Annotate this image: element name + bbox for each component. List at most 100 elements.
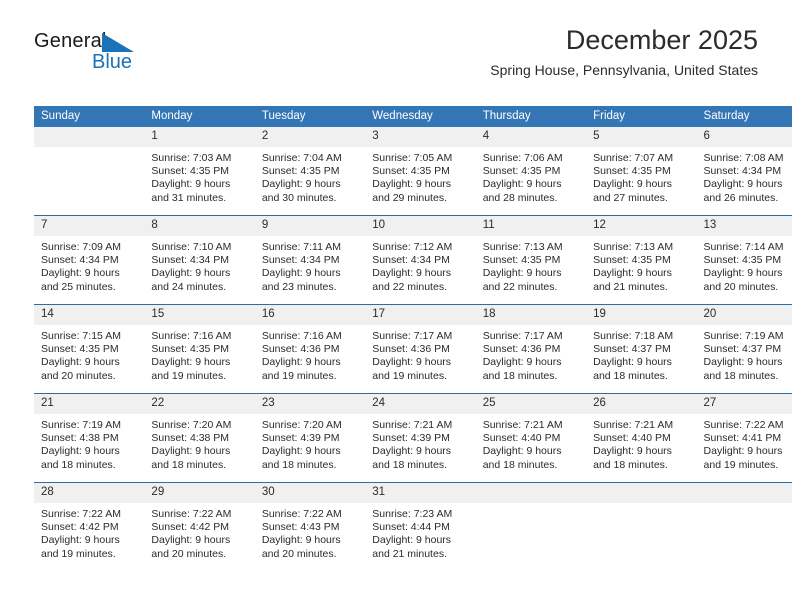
calendar-day-cell[interactable]: 17 Sunrise: 7:17 AM Sunset: 4:36 PM Dayligh… (365, 304, 476, 394)
day-detail-line: and 19 minutes. (372, 369, 447, 382)
calendar-day-cell[interactable]: 20 Sunrise: 7:19 AM Sunset: 4:37 PM Dayligh… (696, 304, 792, 394)
day-number: 13 (696, 216, 792, 236)
day-number: 5 (586, 127, 697, 147)
day-number: 15 (144, 305, 255, 325)
day-detail-line: Sunset: 4:39 PM (261, 432, 340, 445)
generalblue-logo[interactable]: General Blue (34, 30, 184, 78)
calendar-day-cell[interactable]: 23 Sunrise: 7:20 AM Sunset: 4:39 PM Dayligh… (254, 393, 366, 483)
day-sun-details: Sunrise: 7:11 AM Sunset: 4:34 PM Daylight:… (255, 236, 365, 294)
calendar-day-cell[interactable]: 14 Sunrise: 7:15 AM Sunset: 4:35 PM Dayligh… (34, 304, 145, 394)
day-detail-line: and 18 minutes. (151, 458, 227, 471)
calendar-day-cell[interactable]: 15 Sunrise: 7:16 AM Sunset: 4:35 PM Dayligh… (144, 304, 255, 394)
day-detail-line: Daylight: 9 hours (151, 178, 231, 191)
calendar-day-cell[interactable]: 16 Sunrise: 7:16 AM Sunset: 4:36 PM Dayligh… (254, 304, 366, 394)
day-sun-details: Sunrise: 7:04 AM Sunset: 4:35 PM Daylight:… (255, 147, 365, 205)
calendar-day-cell[interactable]: 19 Sunrise: 7:18 AM Sunset: 4:37 PM Dayligh… (586, 304, 697, 394)
calendar-day-cell[interactable]: 22 Sunrise: 7:20 AM Sunset: 4:38 PM Dayligh… (144, 393, 255, 483)
day-sun-details: Sunrise: 7:15 AM Sunset: 4:35 PM Daylight:… (34, 325, 144, 383)
day-detail-line: Sunrise: 7:14 AM (703, 241, 784, 253)
day-sun-details: Sunrise: 7:12 AM Sunset: 4:34 PM Daylight:… (365, 236, 475, 294)
calendar-day-cell[interactable]: 11 Sunrise: 7:13 AM Sunset: 4:35 PM Dayligh… (475, 215, 587, 305)
day-detail-line: Sunset: 4:34 PM (261, 254, 340, 267)
day-detail-line: Daylight: 9 hours (703, 445, 783, 458)
day-number: 8 (144, 216, 255, 236)
day-sun-details: Sunrise: 7:20 AM Sunset: 4:38 PM Daylight:… (144, 414, 254, 472)
calendar-day-cell[interactable]: 13 Sunrise: 7:14 AM Sunset: 4:35 PM Dayligh… (696, 215, 792, 305)
day-number: 28 (34, 483, 145, 503)
day-detail-line: Sunrise: 7:22 AM (151, 508, 232, 520)
calendar-day-cell[interactable]: 31 Sunrise: 7:23 AM Sunset: 4:44 PM Dayligh… (365, 482, 476, 571)
calendar-day-cell[interactable]: 9 Sunrise: 7:11 AM Sunset: 4:34 PM Daylight… (254, 215, 366, 305)
calendar-day-cell[interactable]: 1 Sunrise: 7:03 AM Sunset: 4:35 PM Daylight… (144, 127, 255, 216)
day-detail-line: and 18 minutes. (593, 458, 668, 471)
day-detail-line: Daylight: 9 hours (261, 267, 341, 280)
day-detail-line: and 20 minutes. (261, 547, 337, 560)
day-detail-line: Sunset: 4:35 PM (41, 343, 119, 356)
day-detail-line: Sunrise: 7:08 AM (703, 152, 784, 164)
calendar-day-cell[interactable]: 26 Sunrise: 7:21 AM Sunset: 4:40 PM Dayligh… (586, 393, 697, 483)
day-sun-details: Sunrise: 7:10 AM Sunset: 4:34 PM Daylight:… (144, 236, 254, 294)
day-detail-line: Sunrise: 7:20 AM (151, 419, 232, 431)
day-detail-line: Daylight: 9 hours (703, 267, 783, 280)
day-number: 9 (254, 216, 366, 236)
day-detail-line: Sunrise: 7:13 AM (482, 241, 563, 253)
day-detail-line: Daylight: 9 hours (482, 356, 562, 369)
calendar-day-cell[interactable]: 7 Sunrise: 7:09 AM Sunset: 4:34 PM Daylight… (34, 215, 145, 305)
calendar-day-cell[interactable]: 12 Sunrise: 7:13 AM Sunset: 4:35 PM Dayligh… (586, 215, 697, 305)
calendar-day-cell[interactable]: 30 Sunrise: 7:22 AM Sunset: 4:43 PM Dayligh… (254, 482, 366, 571)
day-detail-line: Sunset: 4:38 PM (151, 432, 230, 445)
calendar-day-cell[interactable]: 4 Sunrise: 7:06 AM Sunset: 4:35 PM Daylight… (475, 127, 587, 216)
calendar-day-cell[interactable]: 27 Sunrise: 7:22 AM Sunset: 4:41 PM Dayligh… (696, 393, 792, 483)
day-detail-line: Daylight: 9 hours (593, 178, 672, 191)
day-detail-line: Daylight: 9 hours (703, 178, 783, 191)
day-detail-line: Sunrise: 7:06 AM (482, 152, 563, 164)
day-detail-line: and 24 minutes. (151, 280, 227, 293)
calendar-day-cell[interactable]: 18 Sunrise: 7:17 AM Sunset: 4:36 PM Dayligh… (475, 304, 587, 394)
weekday-header-friday: Friday (586, 106, 697, 127)
calendar-page: General Blue December 2025 Spring House,… (0, 0, 792, 612)
calendar-day-cell[interactable]: 10 Sunrise: 7:12 AM Sunset: 4:34 PM Dayligh… (365, 215, 476, 305)
calendar-day-cell[interactable]: 8 Sunrise: 7:10 AM Sunset: 4:34 PM Daylight… (144, 215, 255, 305)
day-sun-details: Sunrise: 7:22 AM Sunset: 4:42 PM Daylight:… (34, 503, 144, 561)
day-detail-line: and 22 minutes. (372, 280, 447, 293)
day-detail-line: and 18 minutes. (703, 369, 779, 382)
calendar-day-cell[interactable]: 29 Sunrise: 7:22 AM Sunset: 4:42 PM Dayligh… (144, 482, 255, 571)
day-detail-line: and 30 minutes. (261, 191, 337, 204)
logo-text-general: General (34, 30, 107, 52)
calendar-day-cell[interactable]: 25 Sunrise: 7:21 AM Sunset: 4:40 PM Dayligh… (475, 393, 587, 483)
calendar-day-cell[interactable]: 21 Sunrise: 7:19 AM Sunset: 4:38 PM Dayligh… (34, 393, 145, 483)
day-detail-line: Sunset: 4:35 PM (593, 254, 671, 267)
page-subtitle: Spring House, Pennsylvania, United State… (490, 62, 758, 79)
day-detail-line: Daylight: 9 hours (372, 356, 452, 369)
calendar-day-cell[interactable]: 28 Sunrise: 7:22 AM Sunset: 4:42 PM Dayligh… (34, 482, 145, 571)
day-number: 3 (365, 127, 476, 147)
day-detail-line: Daylight: 9 hours (41, 534, 120, 547)
day-sun-details: Sunrise: 7:21 AM Sunset: 4:39 PM Daylight:… (365, 414, 475, 472)
day-detail-line: Sunset: 4:35 PM (151, 165, 230, 178)
day-detail-line: Daylight: 9 hours (703, 356, 783, 369)
day-sun-details: Sunrise: 7:17 AM Sunset: 4:36 PM Daylight:… (365, 325, 475, 383)
day-detail-line: Daylight: 9 hours (372, 534, 452, 547)
day-detail-line: Sunrise: 7:17 AM (482, 330, 563, 342)
day-detail-line: and 18 minutes. (482, 458, 558, 471)
calendar-day-cell[interactable]: 2 Sunrise: 7:04 AM Sunset: 4:35 PM Daylight… (254, 127, 366, 216)
calendar-table: Sunday Monday Tuesday Wednesday Thursday Frid… (34, 106, 792, 571)
day-detail-line: Sunset: 4:39 PM (372, 432, 450, 445)
day-sun-details: Sunrise: 7:13 AM Sunset: 4:35 PM Daylight:… (586, 236, 696, 294)
calendar-day-cell[interactable]: 3 Sunrise: 7:05 AM Sunset: 4:35 PM Daylight… (365, 127, 476, 216)
calendar-day-cell[interactable]: 6 Sunrise: 7:08 AM Sunset: 4:34 PM Daylight… (696, 127, 792, 216)
day-detail-line: Sunset: 4:40 PM (593, 432, 671, 445)
day-sun-details (586, 503, 696, 508)
day-sun-details: Sunrise: 7:22 AM Sunset: 4:42 PM Daylight:… (144, 503, 254, 561)
day-number: 21 (34, 394, 145, 414)
day-detail-line: Sunrise: 7:04 AM (261, 152, 342, 164)
day-detail-line: Sunrise: 7:10 AM (151, 241, 232, 253)
calendar-day-cell[interactable]: 5 Sunrise: 7:07 AM Sunset: 4:35 PM Daylight… (586, 127, 697, 216)
day-detail-line: Sunrise: 7:13 AM (593, 241, 674, 253)
day-number: 11 (475, 216, 587, 236)
calendar-day-cell[interactable]: 24 Sunrise: 7:21 AM Sunset: 4:39 PM Dayligh… (365, 393, 476, 483)
day-detail-line: Sunset: 4:35 PM (593, 165, 671, 178)
weekday-header-saturday: Saturday (696, 106, 792, 127)
day-detail-line: Sunset: 4:37 PM (703, 343, 782, 356)
day-detail-line: Sunset: 4:36 PM (372, 343, 450, 356)
